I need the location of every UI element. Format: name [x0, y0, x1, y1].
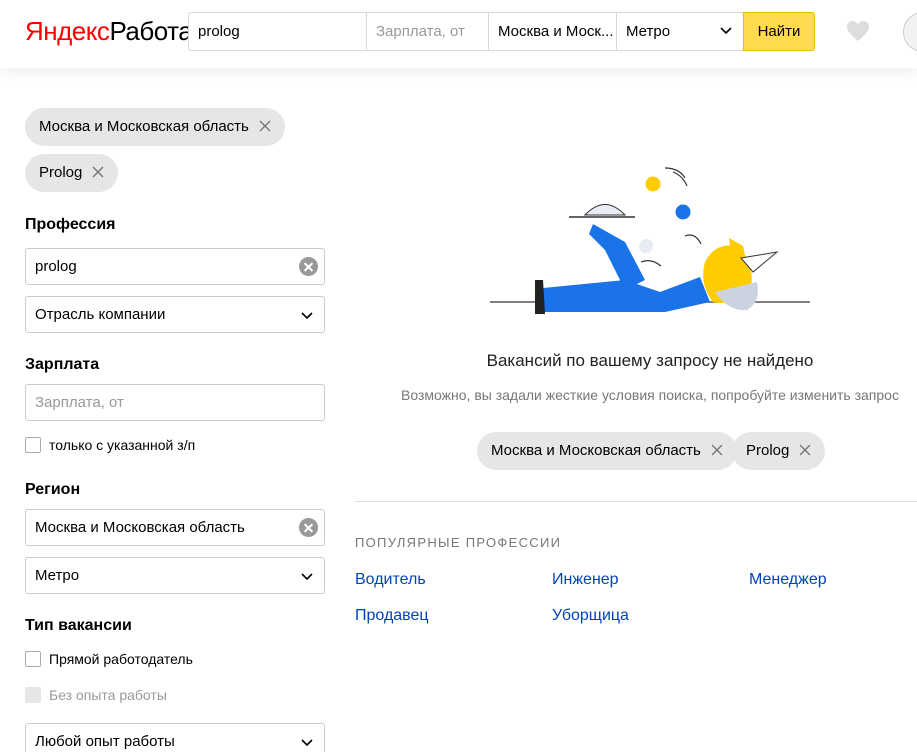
- logo-brand: Яндекс: [25, 16, 110, 46]
- chip-label: Москва и Московская область: [39, 118, 249, 135]
- popular-link-manager[interactable]: Менеджер: [749, 571, 827, 589]
- industry-select-label: Отрасль компании: [35, 306, 166, 323]
- divider: [355, 501, 917, 502]
- salary-only-checkbox[interactable]: только с указанной з/п: [25, 436, 195, 454]
- experience-select[interactable]: Любой опыт работы: [25, 723, 325, 752]
- logo[interactable]: ЯндексРабота: [25, 16, 193, 46]
- region-input[interactable]: Москва и Моск...: [488, 12, 617, 51]
- profession-title: Профессия: [25, 216, 116, 233]
- close-icon[interactable]: [92, 166, 104, 178]
- salary-input[interactable]: Зарплата, от: [25, 384, 325, 421]
- popular-professions-title: ПОПУЛЯРНЫЕ ПРОФЕССИИ: [355, 535, 562, 550]
- empty-state-subtitle: Возможно, вы задали жесткие условия поис…: [401, 387, 899, 403]
- close-icon[interactable]: [711, 444, 723, 456]
- checkbox-label: только с указанной з/п: [49, 437, 196, 453]
- profession-input-value: prolog: [35, 258, 77, 275]
- profession-input[interactable]: prolog: [25, 248, 325, 285]
- close-icon[interactable]: [259, 120, 271, 132]
- clear-icon[interactable]: [299, 518, 318, 537]
- chip-region[interactable]: Москва и Московская область: [477, 432, 737, 470]
- chevron-down-icon: [301, 573, 313, 581]
- chevron-down-icon: [301, 312, 313, 320]
- vacancy-type-title: Тип вакансии: [25, 617, 132, 634]
- checkbox: [25, 687, 41, 703]
- experience-select-label: Любой опыт работы: [35, 733, 175, 750]
- chevron-down-icon: [301, 739, 313, 747]
- checkbox-label: Прямой работодатель: [49, 651, 193, 667]
- industry-select[interactable]: Отрасль компании: [25, 296, 325, 333]
- checkbox[interactable]: [25, 437, 41, 453]
- checkbox[interactable]: [25, 651, 41, 667]
- chip-label: Prolog: [39, 164, 83, 181]
- metro-select-label: Метро: [35, 567, 80, 584]
- region-input-value: Москва и Московская область: [35, 519, 245, 536]
- popular-link-engineer[interactable]: Инженер: [552, 571, 619, 589]
- metro-select[interactable]: Метро: [616, 12, 744, 51]
- clear-icon[interactable]: [299, 257, 318, 276]
- close-icon[interactable]: [799, 444, 811, 456]
- direct-employer-checkbox[interactable]: Прямой работодатель: [25, 650, 193, 668]
- metro-select-label: Метро: [626, 23, 671, 40]
- chip-query[interactable]: Prolog: [732, 432, 826, 470]
- empty-state-illustration: [490, 167, 810, 314]
- popular-link-seller[interactable]: Продавец: [355, 607, 429, 625]
- salary-input[interactable]: Зарплата, от: [366, 12, 489, 51]
- checkbox-label: Без опыта работы: [49, 687, 167, 703]
- salary-title: Зарплата: [25, 356, 100, 373]
- region-title: Регион: [25, 481, 81, 498]
- search-input[interactable]: prolog: [188, 12, 367, 51]
- empty-state-title: Вакансий по вашему запросу не найдено: [486, 351, 814, 370]
- header: ЯндексРабота prolog Зарплата, от Москва …: [0, 0, 917, 68]
- no-experience-checkbox: Без опыта работы: [25, 686, 167, 704]
- chip-label: Prolog: [746, 442, 790, 459]
- region-input[interactable]: Москва и Московская область: [25, 509, 325, 546]
- chevron-down-icon: [720, 27, 732, 35]
- metro-select[interactable]: Метро: [25, 557, 325, 594]
- popular-link-driver[interactable]: Водитель: [355, 571, 426, 589]
- chip-region[interactable]: Москва и Московская область: [25, 108, 285, 146]
- popular-link-cleaner[interactable]: Уборщица: [552, 607, 629, 625]
- find-button[interactable]: Найти: [743, 12, 815, 51]
- avatar[interactable]: [903, 12, 917, 52]
- logo-service: Работа: [109, 16, 193, 46]
- chip-query[interactable]: Prolog: [25, 154, 119, 192]
- heart-icon[interactable]: [846, 20, 870, 42]
- chip-label: Москва и Московская область: [491, 442, 701, 459]
